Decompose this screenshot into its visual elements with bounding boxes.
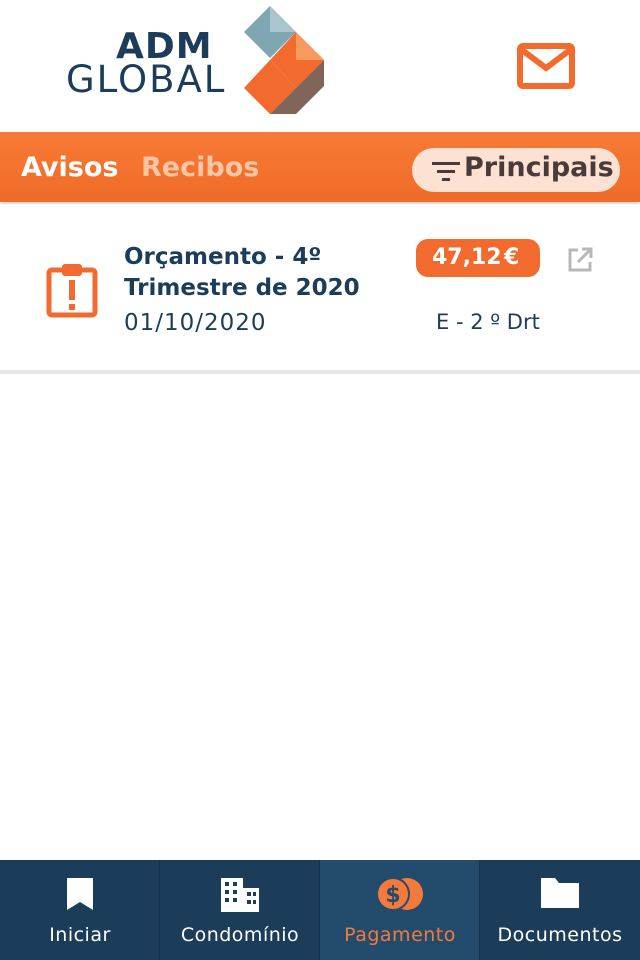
adm-global-logo: ADM GLOBAL (60, 4, 340, 116)
app-header: ADM GLOBAL (0, 0, 640, 132)
amount-value: 47,12 (432, 245, 502, 270)
list-item[interactable]: Orçamento - 4º Trimestre de 2020 01/10/2… (0, 204, 640, 374)
logo-mark-icon (244, 6, 324, 114)
nav-label-documentos: Documentos (497, 924, 623, 946)
nav-item-iniciar[interactable]: Iniciar (0, 860, 160, 960)
filter-label: Principais (464, 152, 614, 183)
notice-unit: E - 2 º Drt (436, 310, 540, 334)
logo-text-global: GLOBAL (66, 58, 227, 101)
filter-button[interactable]: Principais (412, 148, 620, 192)
svg-text:$: $ (385, 883, 400, 908)
mail-icon[interactable] (516, 42, 576, 92)
amount-currency: € (504, 245, 520, 270)
bottom-nav: Iniciar Condomínio $ Pagamento Documento… (0, 860, 640, 960)
building-icon (220, 878, 259, 912)
nav-label-pagamento: Pagamento (344, 924, 456, 946)
nav-label-condominio: Condomínio (180, 924, 300, 946)
tab-avisos[interactable]: Avisos (21, 152, 118, 183)
open-external-icon[interactable] (566, 246, 594, 274)
nav-item-documentos[interactable]: Documentos (480, 860, 640, 960)
notice-date: 01/10/2020 (124, 310, 267, 336)
nav-label-iniciar: Iniciar (49, 924, 111, 946)
tab-recibos[interactable]: Recibos (141, 152, 259, 183)
filter-icon (432, 162, 460, 181)
folder-icon (541, 878, 579, 908)
notice-tabbar: Avisos Recibos Principais (0, 132, 640, 202)
amount-badge: 47,12 € (416, 239, 540, 277)
notice-title: Orçamento - 4º Trimestre de 2020 (124, 244, 360, 301)
clipboard-alert-icon (46, 264, 98, 318)
coins-icon: $ (375, 877, 423, 911)
nav-item-condominio[interactable]: Condomínio (160, 860, 320, 960)
nav-item-pagamento[interactable]: $ Pagamento (320, 860, 480, 960)
bookmark-icon (66, 878, 93, 910)
